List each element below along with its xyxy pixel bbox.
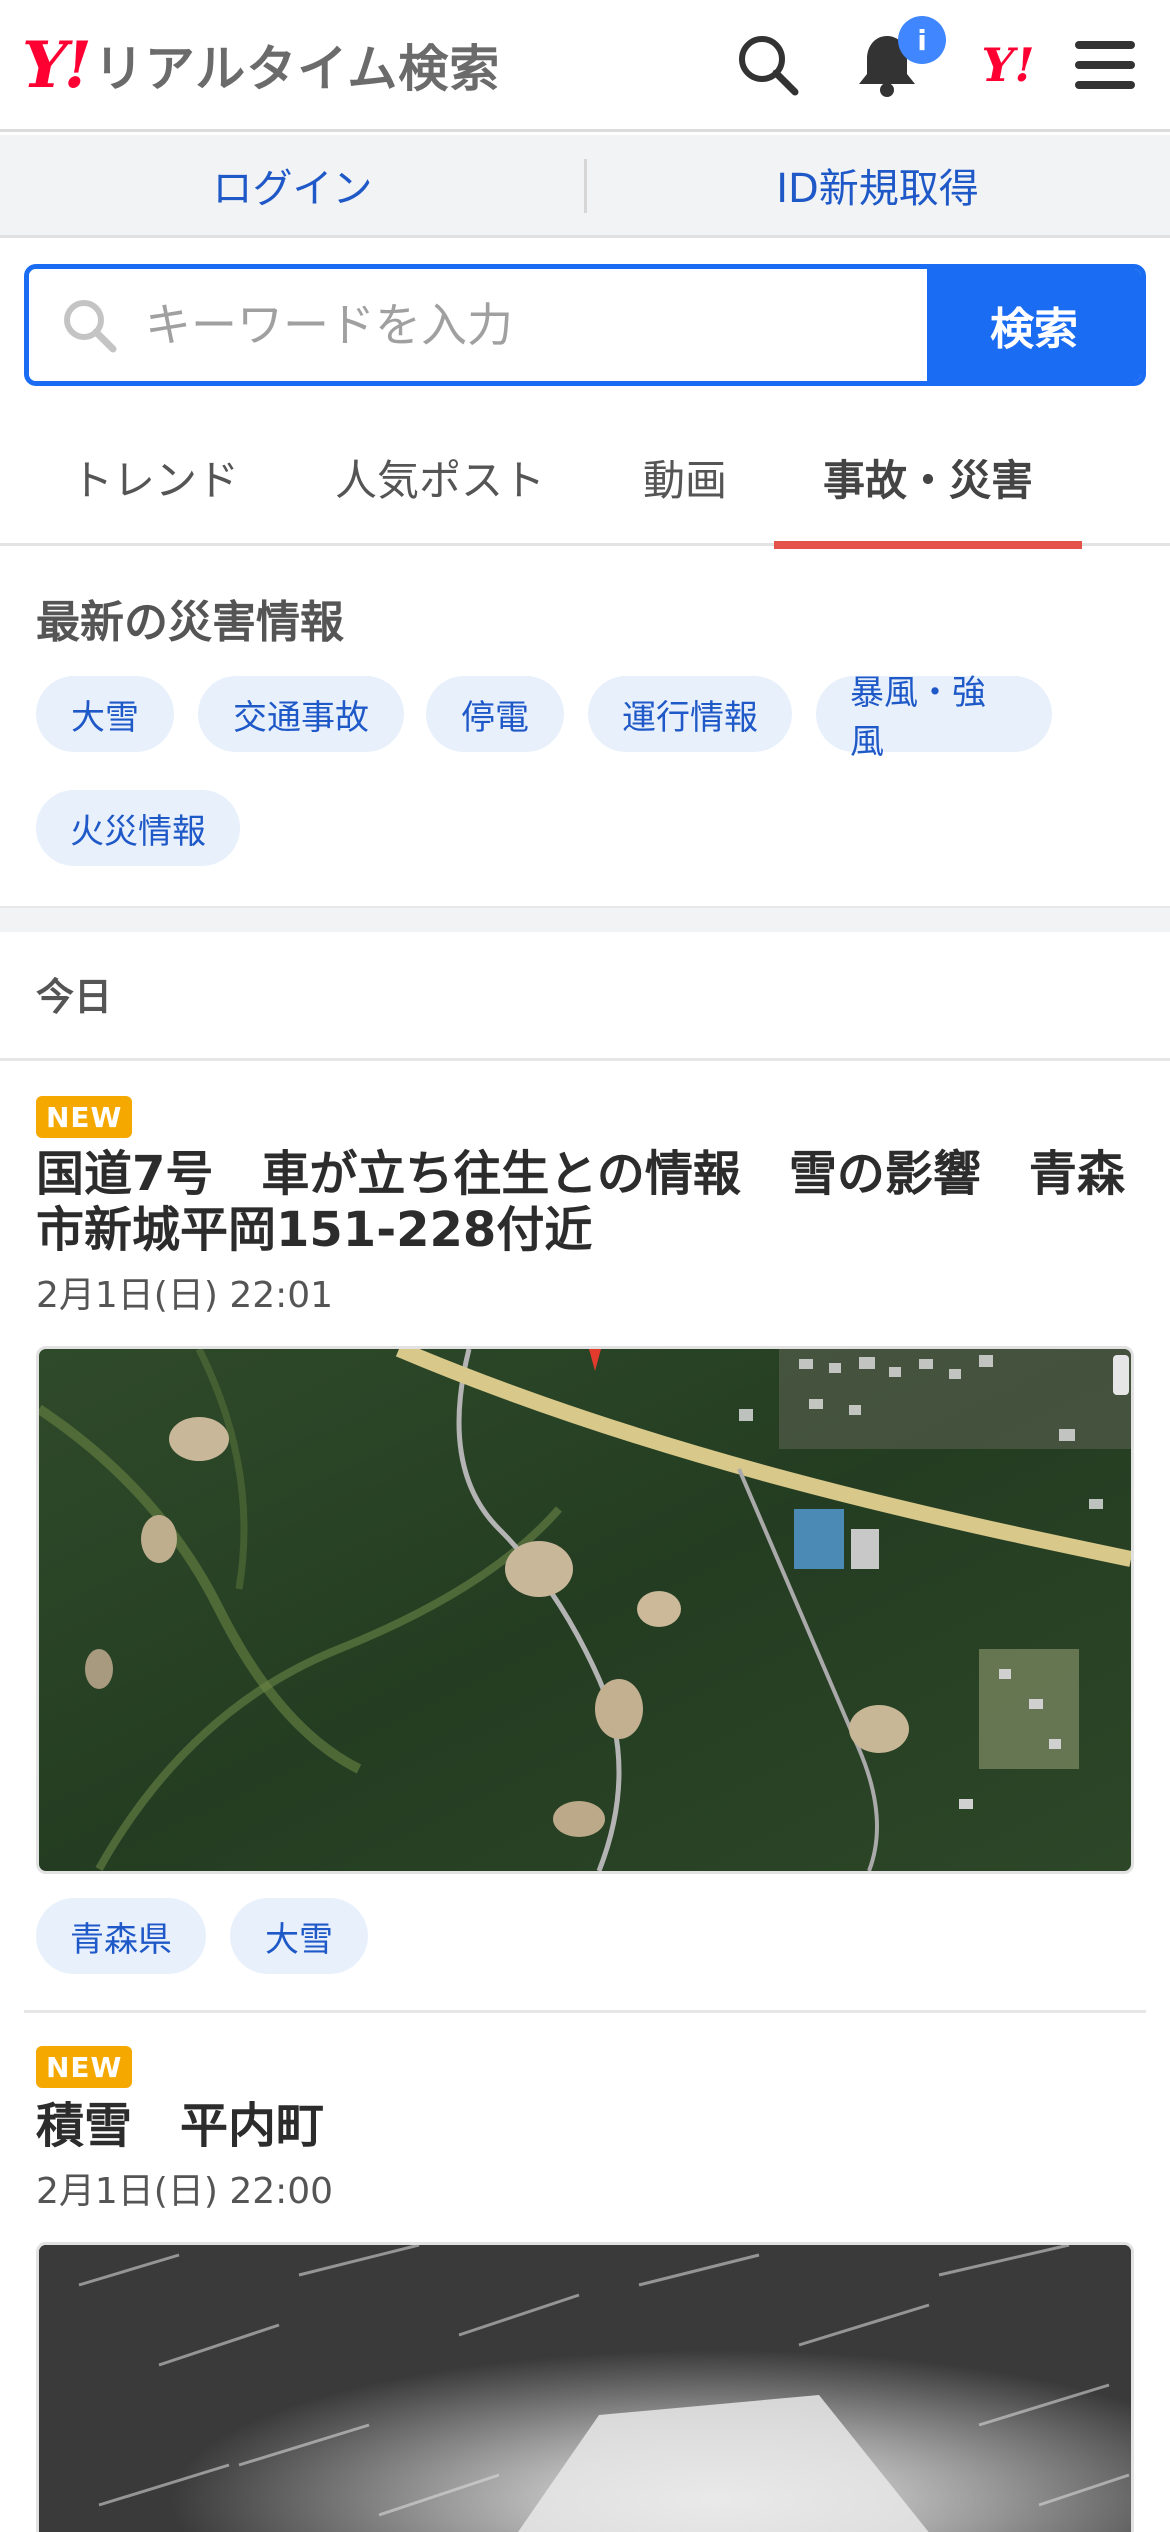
chip-traffic-accident[interactable]: 交通事故 bbox=[198, 676, 404, 752]
post-image-aerial-map[interactable] bbox=[36, 1346, 1134, 1874]
logo-text: リアルタイム検索 bbox=[93, 40, 501, 98]
search-input-icon bbox=[59, 295, 119, 359]
chip-fire-info[interactable]: 火災情報 bbox=[36, 790, 240, 866]
section-divider bbox=[0, 906, 1170, 932]
search-button[interactable]: 検索 bbox=[927, 269, 1141, 381]
tab-trend[interactable]: トレンド bbox=[40, 408, 270, 546]
tag-heavy-snow[interactable]: 大雪 bbox=[230, 1898, 368, 1974]
hamburger-menu-icon[interactable] bbox=[1070, 30, 1140, 100]
tab-popular-posts[interactable]: 人気ポスト bbox=[310, 408, 570, 546]
search-form: 検索 bbox=[24, 264, 1146, 386]
tab-accident-disaster[interactable]: 事故・災害 bbox=[774, 408, 1082, 549]
date-divider bbox=[0, 1058, 1170, 1061]
search-field-wrapper bbox=[29, 269, 927, 381]
post-timestamp: 2月1日(日) 22:01 bbox=[36, 1275, 334, 1316]
chip-transit-info[interactable]: 運行情報 bbox=[588, 676, 792, 752]
yahoo-realtime-logo[interactable]: Y! リアルタイム検索 bbox=[22, 27, 501, 103]
post-timestamp: 2月1日(日) 22:00 bbox=[36, 2171, 334, 2212]
search-input[interactable] bbox=[29, 269, 927, 381]
login-link[interactable]: ログイン bbox=[0, 135, 585, 235]
post-title[interactable]: 積雪 平内町 bbox=[36, 2098, 1146, 2154]
tag-aomori[interactable]: 青森県 bbox=[36, 1898, 206, 1974]
category-tabs: トレンド 人気ポスト 動画 事故・災害 bbox=[0, 408, 1170, 549]
yahoo-logo-mark: Y! bbox=[22, 27, 92, 103]
new-badge: NEW bbox=[36, 2046, 133, 2088]
yahoo-japan-icon[interactable]: Y! bbox=[968, 30, 1048, 100]
disaster-section-title: 最新の災害情報 bbox=[36, 597, 344, 648]
date-heading: 今日 bbox=[36, 975, 113, 1019]
chip-storm-wind[interactable]: 暴風・強風 bbox=[816, 673, 1052, 762]
post-image-snow-video[interactable] bbox=[36, 2242, 1134, 2532]
post-divider bbox=[24, 2010, 1146, 2013]
notification-badge: i bbox=[898, 16, 946, 64]
account-bar-divider bbox=[584, 159, 587, 213]
new-badge: NEW bbox=[36, 1096, 133, 1138]
post-title[interactable]: 国道7号 車が立ち往生との情報 雪の影響 青森市新城平岡151-228付近 bbox=[36, 1146, 1146, 1258]
account-bar: ログイン ID新規取得 bbox=[0, 135, 1170, 238]
app-header: Y! リアルタイム検索 i Y! bbox=[0, 0, 1170, 132]
signup-link[interactable]: ID新規取得 bbox=[585, 135, 1170, 235]
chip-power-outage[interactable]: 停電 bbox=[426, 676, 564, 752]
chip-heavy-snow[interactable]: 大雪 bbox=[36, 676, 174, 752]
search-icon[interactable] bbox=[733, 30, 803, 100]
tab-video[interactable]: 動画 bbox=[610, 408, 760, 546]
